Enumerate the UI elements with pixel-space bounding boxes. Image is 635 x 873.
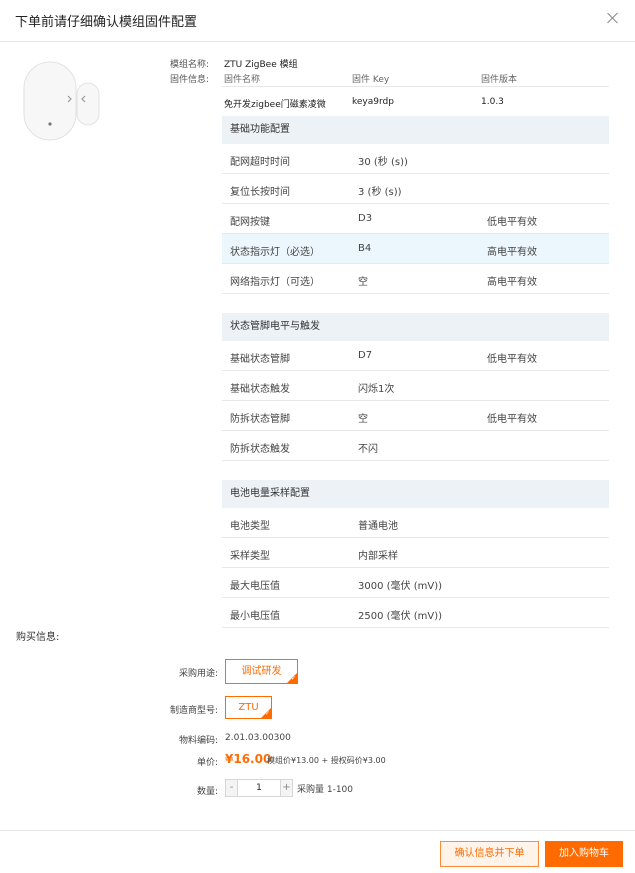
maker-option-button[interactable]: ZTU ✓	[225, 696, 272, 719]
table-row: 最大电压值 3000 (毫伏 (mV))	[222, 568, 609, 598]
fw-header-name: 固件名称	[224, 75, 261, 85]
row-name: 基础状态管脚	[230, 354, 290, 365]
section-title: 状态管脚电平与触发	[222, 313, 609, 341]
add-to-cart-button[interactable]: 加入购物车	[545, 841, 623, 867]
check-icon: ✓	[290, 675, 296, 682]
table-row: 基础状态触发 闪烁1次	[222, 371, 609, 401]
row-value: 内部采样	[358, 551, 398, 562]
table-row: 电池类型 普通电池	[222, 508, 609, 538]
price-label: 单价:	[196, 758, 218, 768]
row-value: 不闪	[358, 444, 378, 455]
row-name: 防拆状态触发	[230, 444, 290, 455]
config-section-battery: 电池电量采样配置 电池类型 普通电池 采样类型 内部采样 最大电压值 3000 (毫伏…	[222, 480, 609, 628]
dialog-title: 下单前请仔细确认模组固件配置	[15, 15, 198, 30]
material-code-label: 物料编码:	[178, 736, 218, 746]
product-image	[20, 58, 110, 148]
quantity-input[interactable]	[239, 780, 279, 796]
row-name: 配网超时时间	[230, 157, 290, 168]
row-value: 30 (秒 (s))	[358, 157, 408, 168]
row-name: 网络指示灯（可选）	[230, 277, 320, 288]
row-name: 电池类型	[230, 521, 270, 532]
row-name: 防拆状态管脚	[230, 414, 290, 425]
material-code-value: 2.01.03.00300	[225, 733, 291, 743]
usage-option-label: 调试研发	[241, 666, 282, 677]
row-value: 3000 (毫伏 (mV))	[358, 581, 442, 592]
row-extra: 高电平有效	[487, 247, 537, 258]
row-value: 空	[358, 277, 368, 288]
row-value: 空	[358, 414, 368, 425]
table-row: 网络指示灯（可选） 空 高电平有效	[222, 264, 609, 294]
module-name-label: 模组名称:	[170, 60, 210, 70]
row-name: 最大电压值	[230, 581, 280, 592]
maker-label: 制造商型号:	[169, 706, 218, 716]
row-extra: 低电平有效	[487, 217, 537, 228]
row-extra: 高电平有效	[487, 277, 537, 288]
maker-option-label: ZTU	[238, 702, 259, 713]
usage-option-button[interactable]: 调试研发 ✓	[225, 659, 298, 684]
row-name: 复位长按时间	[230, 187, 290, 198]
row-value: D3	[358, 213, 373, 224]
purchase-title: 购买信息:	[16, 632, 60, 643]
table-row: 最小电压值 2500 (毫伏 (mV))	[222, 598, 609, 628]
table-row: 配网超时时间 30 (秒 (s))	[222, 144, 609, 174]
table-row: 配网按键 D3 低电平有效	[222, 204, 609, 234]
row-value: 2500 (毫伏 (mV))	[358, 611, 442, 622]
table-row: 采样类型 内部采样	[222, 538, 609, 568]
fw-version: 1.0.3	[481, 97, 504, 107]
row-name: 状态指示灯（必选）	[230, 247, 320, 258]
row-name: 最小电压值	[230, 611, 280, 622]
close-icon[interactable]	[605, 11, 621, 27]
dialog-header: 下单前请仔细确认模组固件配置	[0, 0, 635, 42]
table-row: 基础状态管脚 D7 低电平有效	[222, 341, 609, 371]
table-row-highlighted: 状态指示灯（必选） B4 高电平有效	[222, 234, 609, 264]
table-row: 防拆状态触发 不闪	[222, 431, 609, 461]
confirm-order-button[interactable]: 确认信息并下单	[440, 841, 539, 867]
row-extra: 低电平有效	[487, 354, 537, 365]
row-extra: 低电平有效	[487, 414, 537, 425]
fw-key: keya9rdp	[352, 97, 394, 107]
quantity-increment-button[interactable]: +	[280, 780, 292, 796]
row-value: 3 (秒 (s))	[358, 187, 402, 198]
row-name: 采样类型	[230, 551, 270, 562]
price-note: 模组价¥13.00 + 授权码价¥3.00	[267, 756, 386, 765]
check-icon: ✓	[264, 710, 270, 717]
config-section-status-pins: 状态管脚电平与触发 基础状态管脚 D7 低电平有效 基础状态触发 闪烁1次 防拆状态管…	[222, 313, 609, 461]
row-value: D7	[358, 350, 373, 361]
row-name: 配网按键	[230, 217, 270, 228]
quantity-label: 数量:	[196, 787, 218, 797]
fw-header-version: 固件版本	[481, 75, 518, 85]
quantity-decrement-button[interactable]: -	[226, 780, 238, 796]
row-value: 闪烁1次	[358, 384, 395, 395]
quantity-range: 采购量 1-100	[297, 785, 354, 795]
fw-header-key: 固件 Key	[352, 75, 390, 85]
quantity-stepper: - +	[225, 779, 293, 797]
fw-divider	[222, 86, 609, 87]
table-row: 复位长按时间 3 (秒 (s))	[222, 174, 609, 204]
usage-label: 采购用途:	[178, 669, 218, 679]
firmware-info-label: 固件信息:	[170, 75, 210, 85]
price-value: ¥16.00	[225, 752, 272, 766]
table-row: 防拆状态管脚 空 低电平有效	[222, 401, 609, 431]
section-title: 基础功能配置	[222, 116, 609, 144]
section-title: 电池电量采样配置	[222, 480, 609, 508]
fw-name: 免开发zigbee门磁素凌微	[224, 100, 326, 110]
module-name-value: ZTU ZigBee 模组	[224, 60, 298, 70]
row-value: 普通电池	[358, 521, 398, 532]
row-value: B4	[358, 243, 372, 254]
dialog-footer	[0, 830, 635, 873]
row-name: 基础状态触发	[230, 384, 290, 395]
config-section-basic: 基础功能配置 配网超时时间 30 (秒 (s)) 复位长按时间 3 (秒 (s)) …	[222, 116, 609, 294]
